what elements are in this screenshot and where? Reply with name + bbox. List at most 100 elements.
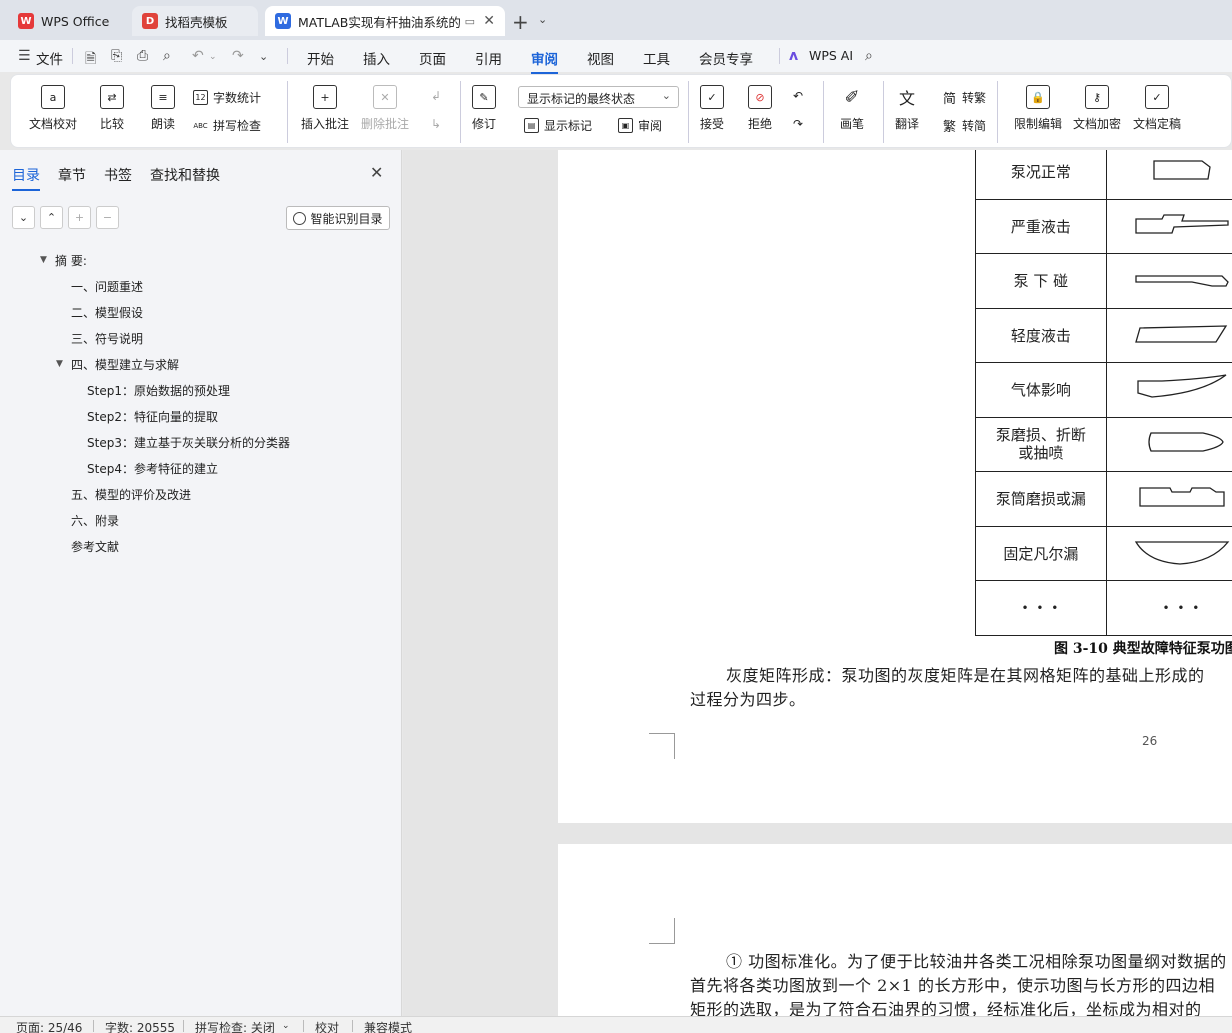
insert-comment-button[interactable]: + 插入批注 (301, 85, 349, 132)
tab-toc[interactable]: 目录 (12, 165, 40, 191)
pump-card-shape (1105, 525, 1232, 581)
table-row: 气体影响 (975, 362, 1232, 418)
compat-mode-indicator: 兼容模式 (364, 1021, 413, 1033)
word-count-button[interactable]: 12 字数统计 (193, 89, 261, 106)
chevron-down-icon[interactable]: ⌄ (282, 1021, 290, 1031)
next-change-icon[interactable]: ↷ (793, 117, 803, 131)
undo-dropdown-icon[interactable]: ⌄ (209, 52, 217, 62)
doc-check-icon: a (41, 85, 65, 109)
paragraph-line: 灰度矩阵形成：泵功图的灰度矩阵是在其网格矩阵的基础上形成的 (726, 666, 1205, 685)
export-icon[interactable]: ⎘ (111, 48, 122, 64)
menu-tools[interactable]: 工具 (643, 48, 670, 68)
toc-item[interactable]: 三、符号说明 (71, 330, 143, 347)
menu-view[interactable]: 视图 (587, 48, 614, 68)
toc-item[interactable]: 一、问题重述 (71, 278, 143, 295)
document-page: 泵况正常 严重液击 泵 下 碰 轻度液击 气体影响 泵磨损、折断 或抽喷 泵筒磨… (558, 150, 1232, 823)
redo-icon[interactable]: ↷ (232, 48, 244, 64)
toc-item[interactable]: 摘 要: (55, 252, 87, 269)
expand-all-button[interactable]: ⌄ (12, 206, 35, 229)
toc-item[interactable]: Step3：建立基于灰关联分析的分类器 (87, 434, 290, 451)
tab-wps-office[interactable]: W WPS Office (8, 6, 124, 36)
pump-card-shape (1105, 416, 1232, 472)
spell-check-indicator[interactable]: 拼写检查: 关闭 (195, 1019, 275, 1033)
menu-bar: ☰ 文件 🗎 ⎘ ⎙ ⌕ ↶ ⌄ ↷ ⌄ 开始 插入 页面 引用 审阅 视图 工… (0, 40, 1232, 74)
accept-button[interactable]: ✓ 接受 (700, 85, 724, 132)
add-heading-button[interactable]: + (68, 206, 91, 229)
prev-change-icon[interactable]: ↶ (793, 89, 803, 103)
menu-insert[interactable]: 插入 (363, 48, 390, 68)
pen-button[interactable]: ✐ 画笔 (840, 85, 864, 132)
chevron-down-icon[interactable]: ⌄ (538, 13, 547, 26)
review-pane-button[interactable]: ▣ 审阅 (618, 117, 662, 134)
menu-start[interactable]: 开始 (307, 48, 334, 68)
encrypt-button[interactable]: ⚷ 文档加密 (1073, 85, 1121, 132)
table-cell: • • • (975, 580, 1107, 636)
tab-bookmarks[interactable]: 书签 (104, 165, 132, 185)
table-cell-line: 泵磨损、折断 或抽喷 (995, 425, 1086, 463)
toc-item[interactable]: 六、附录 (71, 512, 119, 529)
tab-docer[interactable]: D 找稻壳模板 (132, 6, 258, 36)
toc-item[interactable]: 参考文献 (71, 538, 119, 555)
finalize-button[interactable]: ✓ 文档定稿 (1133, 85, 1181, 132)
spell-check-button[interactable]: ABC 拼写检查 (193, 117, 261, 134)
markup-state-select[interactable]: 显示标记的最终状态 ⌄ (518, 86, 679, 108)
tab-chapters[interactable]: 章节 (58, 165, 86, 185)
menu-wps-ai[interactable]: WPS AI (809, 48, 853, 63)
toc-item[interactable]: Step1：原始数据的预处理 (87, 382, 230, 399)
undo-icon[interactable]: ↶ (192, 48, 204, 64)
menu-page[interactable]: 页面 (419, 48, 446, 68)
pump-card-shape (1105, 362, 1232, 418)
smart-toc-button[interactable]: 智能识别目录 (286, 206, 390, 230)
tab-bar: W WPS Office D 找稻壳模板 W MATLAB实现有杆抽油系统的 ▭… (0, 0, 1232, 40)
menu-member[interactable]: 会员专享 (699, 48, 753, 68)
minus-icon: − (102, 211, 113, 224)
reject-button[interactable]: ⊘ 拒绝 (748, 85, 772, 132)
toc-item[interactable]: 五、模型的评价及改进 (71, 486, 191, 503)
print-icon[interactable]: ⎙ (137, 48, 148, 64)
close-icon[interactable]: ✕ (370, 163, 383, 182)
tab-find-replace[interactable]: 查找和替换 (150, 165, 220, 185)
collapse-all-button[interactable]: ⌃ (40, 206, 63, 229)
to-simplified-button[interactable]: 繁 转简 (942, 117, 986, 135)
paragraph-line: 首先将各类功图放到一个 2×1 的长方形中，使示功图与长方形的四边相 (690, 976, 1215, 995)
word-count-indicator[interactable]: 字数: 20555 (105, 1019, 175, 1033)
delete-comment-button[interactable]: ✕ 删除批注 (361, 85, 409, 132)
dynamometer-card-icon (1139, 487, 1225, 507)
toc-item[interactable]: Step2：特征向量的提取 (87, 408, 218, 425)
read-aloud-button[interactable]: ≡ 朗读 (151, 85, 175, 132)
table-row: 泵 下 碰 (975, 253, 1232, 309)
toc-item[interactable]: 二、模型假设 (71, 304, 143, 321)
new-tab-icon[interactable]: + (512, 10, 529, 34)
menu-file[interactable]: 文件 (36, 48, 63, 68)
show-markup-button[interactable]: ▤ 显示标记 (524, 117, 592, 134)
traditional-icon: 简 (942, 92, 956, 107)
doc-check-button[interactable]: a 文档校对 (29, 85, 77, 132)
menu-reference[interactable]: 引用 (475, 48, 502, 68)
proofread-indicator[interactable]: 校对 (315, 1019, 339, 1033)
close-tab-icon[interactable]: ✕ (483, 13, 495, 29)
page-indicator[interactable]: 页面: 25/46 (16, 1019, 82, 1033)
toc-item[interactable]: 四、模型建立与求解 (71, 356, 179, 373)
revise-button[interactable]: ✎ 修订 (472, 85, 496, 132)
tab-label: WPS Office (41, 13, 110, 29)
next-comment-icon[interactable]: ↳ (431, 117, 441, 131)
compare-button[interactable]: ⇄ 比较 (100, 85, 124, 132)
prev-comment-icon[interactable]: ↲ (431, 89, 441, 103)
hamburger-icon[interactable]: ☰ (18, 48, 31, 64)
restrict-edit-button[interactable]: 🔒 限制编辑 (1014, 85, 1062, 132)
print-preview-icon[interactable]: ⌕ (163, 48, 171, 64)
toc-item[interactable]: Step4：参考特征的建立 (87, 460, 218, 477)
wps-ai-icon[interactable]: ᴧ (789, 48, 798, 64)
save-icon[interactable]: 🗎 (85, 48, 96, 72)
to-traditional-button[interactable]: 简 转繁 (942, 89, 986, 107)
expand-triangle-icon[interactable]: ▼ (56, 359, 63, 369)
delete-comment-icon: ✕ (373, 85, 397, 109)
search-icon[interactable]: ⌕ (865, 48, 873, 64)
translate-button[interactable]: 文 翻译 (895, 85, 919, 132)
menu-review[interactable]: 审阅 (531, 48, 558, 74)
expand-triangle-icon[interactable]: ▼ (40, 255, 47, 265)
more-chevron-icon[interactable]: ⌄ (259, 50, 268, 63)
tab-document[interactable]: W MATLAB实现有杆抽油系统的 ▭ ✕ (265, 6, 505, 36)
status-bar: 页面: 25/46 字数: 20555 拼写检查: 关闭 ⌄ 校对 兼容模式 (0, 1016, 1232, 1033)
remove-heading-button[interactable]: − (96, 206, 119, 229)
